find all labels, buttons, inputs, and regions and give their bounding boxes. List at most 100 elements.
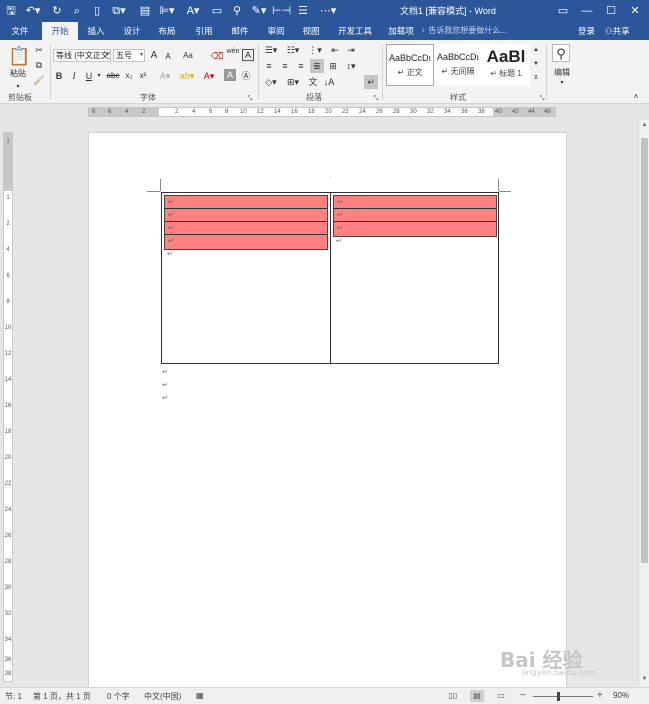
zoom-slider[interactable] — [533, 696, 593, 697]
scroll-up-icon[interactable]: ▲ — [640, 122, 649, 128]
decrease-indent-icon[interactable]: ⇤ — [328, 43, 342, 57]
styles-scroll-up-icon[interactable]: ▲ — [531, 43, 541, 57]
grow-font-button[interactable]: A — [148, 49, 160, 63]
strikethrough-button[interactable]: abc — [105, 69, 121, 83]
highlight-icon[interactable]: ab▾ — [178, 69, 196, 83]
section-indicator[interactable]: 节: 1 — [5, 691, 22, 702]
italic-button[interactable]: I — [68, 69, 80, 83]
underline-button[interactable]: U — [83, 69, 95, 83]
shading-icon[interactable]: ◇▾ — [262, 75, 280, 89]
align-left-icon[interactable]: ≡ — [262, 59, 276, 73]
bold-button[interactable]: B — [53, 69, 65, 83]
table-row[interactable]: ↵ — [165, 196, 327, 209]
table-row[interactable]: ↵ — [165, 235, 327, 249]
outer-table[interactable]: ↵ ↵ ↵ ↵ ↵ ↵ ↵ ↵ ↵ — [161, 192, 499, 364]
paste-icon[interactable]: 📋 — [8, 44, 30, 68]
tab-view[interactable]: 视图 — [294, 22, 328, 40]
chevron-down-icon[interactable]: ▾ — [95, 69, 103, 83]
font-color-icon[interactable]: A▾ — [184, 3, 202, 19]
customize-icon[interactable]: ⋯▾ — [318, 3, 338, 19]
inner-table-left[interactable]: ↵ ↵ ↵ ↵ — [164, 195, 328, 250]
tab-addins[interactable]: 加载项 — [382, 22, 420, 40]
login-button[interactable]: 登录 — [578, 22, 595, 40]
zoom-slider-thumb[interactable] — [557, 692, 560, 701]
format-painter-brush-icon[interactable]: 🖌 — [33, 73, 45, 87]
align-icon[interactable]: ☰ — [296, 3, 310, 19]
tab-design[interactable]: 设计 — [116, 22, 148, 40]
font-name-select[interactable]: 等线 (中文正文) ▾ — [53, 49, 111, 62]
macro-icon[interactable]: ▦ — [196, 691, 204, 700]
chinese-layout-icon[interactable]: 文 — [306, 75, 320, 89]
maximize-button[interactable]: ☐ — [599, 0, 623, 22]
minimize-button[interactable]: — — [575, 0, 599, 22]
close-button[interactable]: ✕ — [623, 0, 647, 22]
new-document-icon[interactable]: ▯ — [90, 3, 104, 19]
table-row[interactable]: ↵ — [334, 222, 496, 236]
styles-scroll-down-icon[interactable]: ▼ — [531, 57, 541, 71]
print-preview-icon[interactable]: ⌕ — [70, 3, 84, 19]
undo-icon[interactable]: ↶▾ — [24, 3, 42, 19]
track-changes-icon[interactable]: ✎▾ — [250, 3, 268, 19]
align-right-icon[interactable]: ≡ — [294, 59, 308, 73]
paste-button[interactable]: 粘贴 — [6, 67, 30, 81]
page-layout-icon[interactable]: ▤ — [138, 3, 152, 19]
line-spacing-icon[interactable]: ↕▾ — [342, 59, 360, 73]
style-icon[interactable]: ⊫▾ — [158, 3, 176, 19]
bullets-icon[interactable]: ☰▾ — [262, 43, 280, 57]
copy-icon[interactable]: ⧉ — [33, 58, 45, 72]
inner-table-right[interactable]: ↵ ↵ ↵ — [333, 195, 497, 237]
clear-format-icon[interactable]: ⌫ — [210, 49, 224, 63]
table-row[interactable]: ↵ — [334, 209, 496, 222]
distributed-icon[interactable]: ⊞ — [326, 59, 340, 73]
font-color-button[interactable]: A▾ — [200, 69, 218, 83]
find-icon[interactable]: ⚲ — [230, 3, 244, 19]
subscript-button[interactable]: x₂ — [123, 69, 135, 83]
page[interactable]: ˌ ↵ ↵ ↵ ↵ ↵ ↵ ↵ ↵ ↵ ↵ ↵ ↵ — [88, 132, 567, 687]
ribbon-options-icon[interactable]: ▭ — [551, 0, 575, 22]
borders-icon[interactable]: ⊞▾ — [284, 75, 302, 89]
zoom-out-button[interactable]: − — [520, 690, 526, 702]
table-row[interactable]: ↵ — [165, 222, 327, 235]
change-case-button[interactable]: Aa — [178, 49, 198, 63]
redo-icon[interactable]: ↻ — [50, 3, 64, 19]
styles-more-icon[interactable]: ⊻ — [531, 71, 541, 85]
zoom-level[interactable]: 90% — [613, 691, 629, 700]
cut-icon[interactable]: ✂ — [33, 43, 45, 57]
numbering-icon[interactable]: ☷▾ — [284, 43, 302, 57]
zoom-in-button[interactable]: + — [597, 690, 603, 702]
tab-file[interactable]: 文件 — [4, 22, 36, 40]
tab-developer[interactable]: 开发工具 — [332, 22, 378, 40]
pinyin-button[interactable]: wén — [226, 45, 240, 59]
scroll-down-icon[interactable]: ▼ — [640, 676, 649, 682]
language-indicator[interactable]: 中文(中国) — [144, 691, 181, 702]
save-icon[interactable]: 🖫 — [4, 3, 18, 19]
page-indicator[interactable]: 第 1 页，共 1 页 — [33, 691, 91, 702]
tab-insert[interactable]: 插入 — [80, 22, 112, 40]
enclose-char-button[interactable]: A — [242, 49, 254, 61]
superscript-button[interactable]: x² — [137, 69, 149, 83]
print-layout-icon[interactable]: ▤ — [470, 690, 484, 702]
tab-review[interactable]: 审阅 — [260, 22, 292, 40]
format-painter-icon[interactable]: ⧉▾ — [110, 3, 128, 19]
web-layout-icon[interactable]: ▭ — [494, 690, 508, 702]
vertical-ruler[interactable]: 1 1 2 4 6 8 10 12 14 16 18 20 22 24 26 2… — [0, 120, 16, 687]
collapse-ribbon-icon[interactable]: ˄ — [630, 90, 642, 104]
tab-layout[interactable]: 布局 — [150, 22, 184, 40]
tab-references[interactable]: 引用 — [188, 22, 220, 40]
horizontal-ruler[interactable]: 8 6 4 2 2 4 6 8 10 12 14 16 18 20 22 24 … — [0, 104, 649, 120]
char-border-icon[interactable]: Ⓐ — [240, 69, 252, 83]
multilevel-list-icon[interactable]: ⋮▾ — [306, 43, 324, 57]
word-count[interactable]: 0 个字 — [107, 691, 130, 702]
shrink-font-button[interactable]: A — [162, 50, 174, 64]
style-no-spacing[interactable]: AaBbCcDı ↵ 无间隔 — [434, 44, 482, 86]
chevron-down-icon[interactable]: ▾ — [558, 76, 566, 90]
char-shading-button[interactable]: A — [224, 69, 236, 81]
show-marks-icon[interactable]: ↵ — [364, 75, 378, 89]
font-size-select[interactable]: 五号 ▾ — [113, 49, 145, 62]
tab-home[interactable]: 开始 — [42, 22, 78, 40]
table-row[interactable]: ↵ — [165, 209, 327, 222]
abc-icon[interactable]: ▭ — [210, 3, 224, 19]
style-normal[interactable]: AaBbCcDı ↵ 正文 — [386, 44, 434, 86]
document-area[interactable]: ˌ ↵ ↵ ↵ ↵ ↵ ↵ ↵ ↵ ↵ ↵ ↵ ↵ — [16, 120, 638, 687]
read-mode-icon[interactable]: ▯▯ — [446, 690, 460, 702]
